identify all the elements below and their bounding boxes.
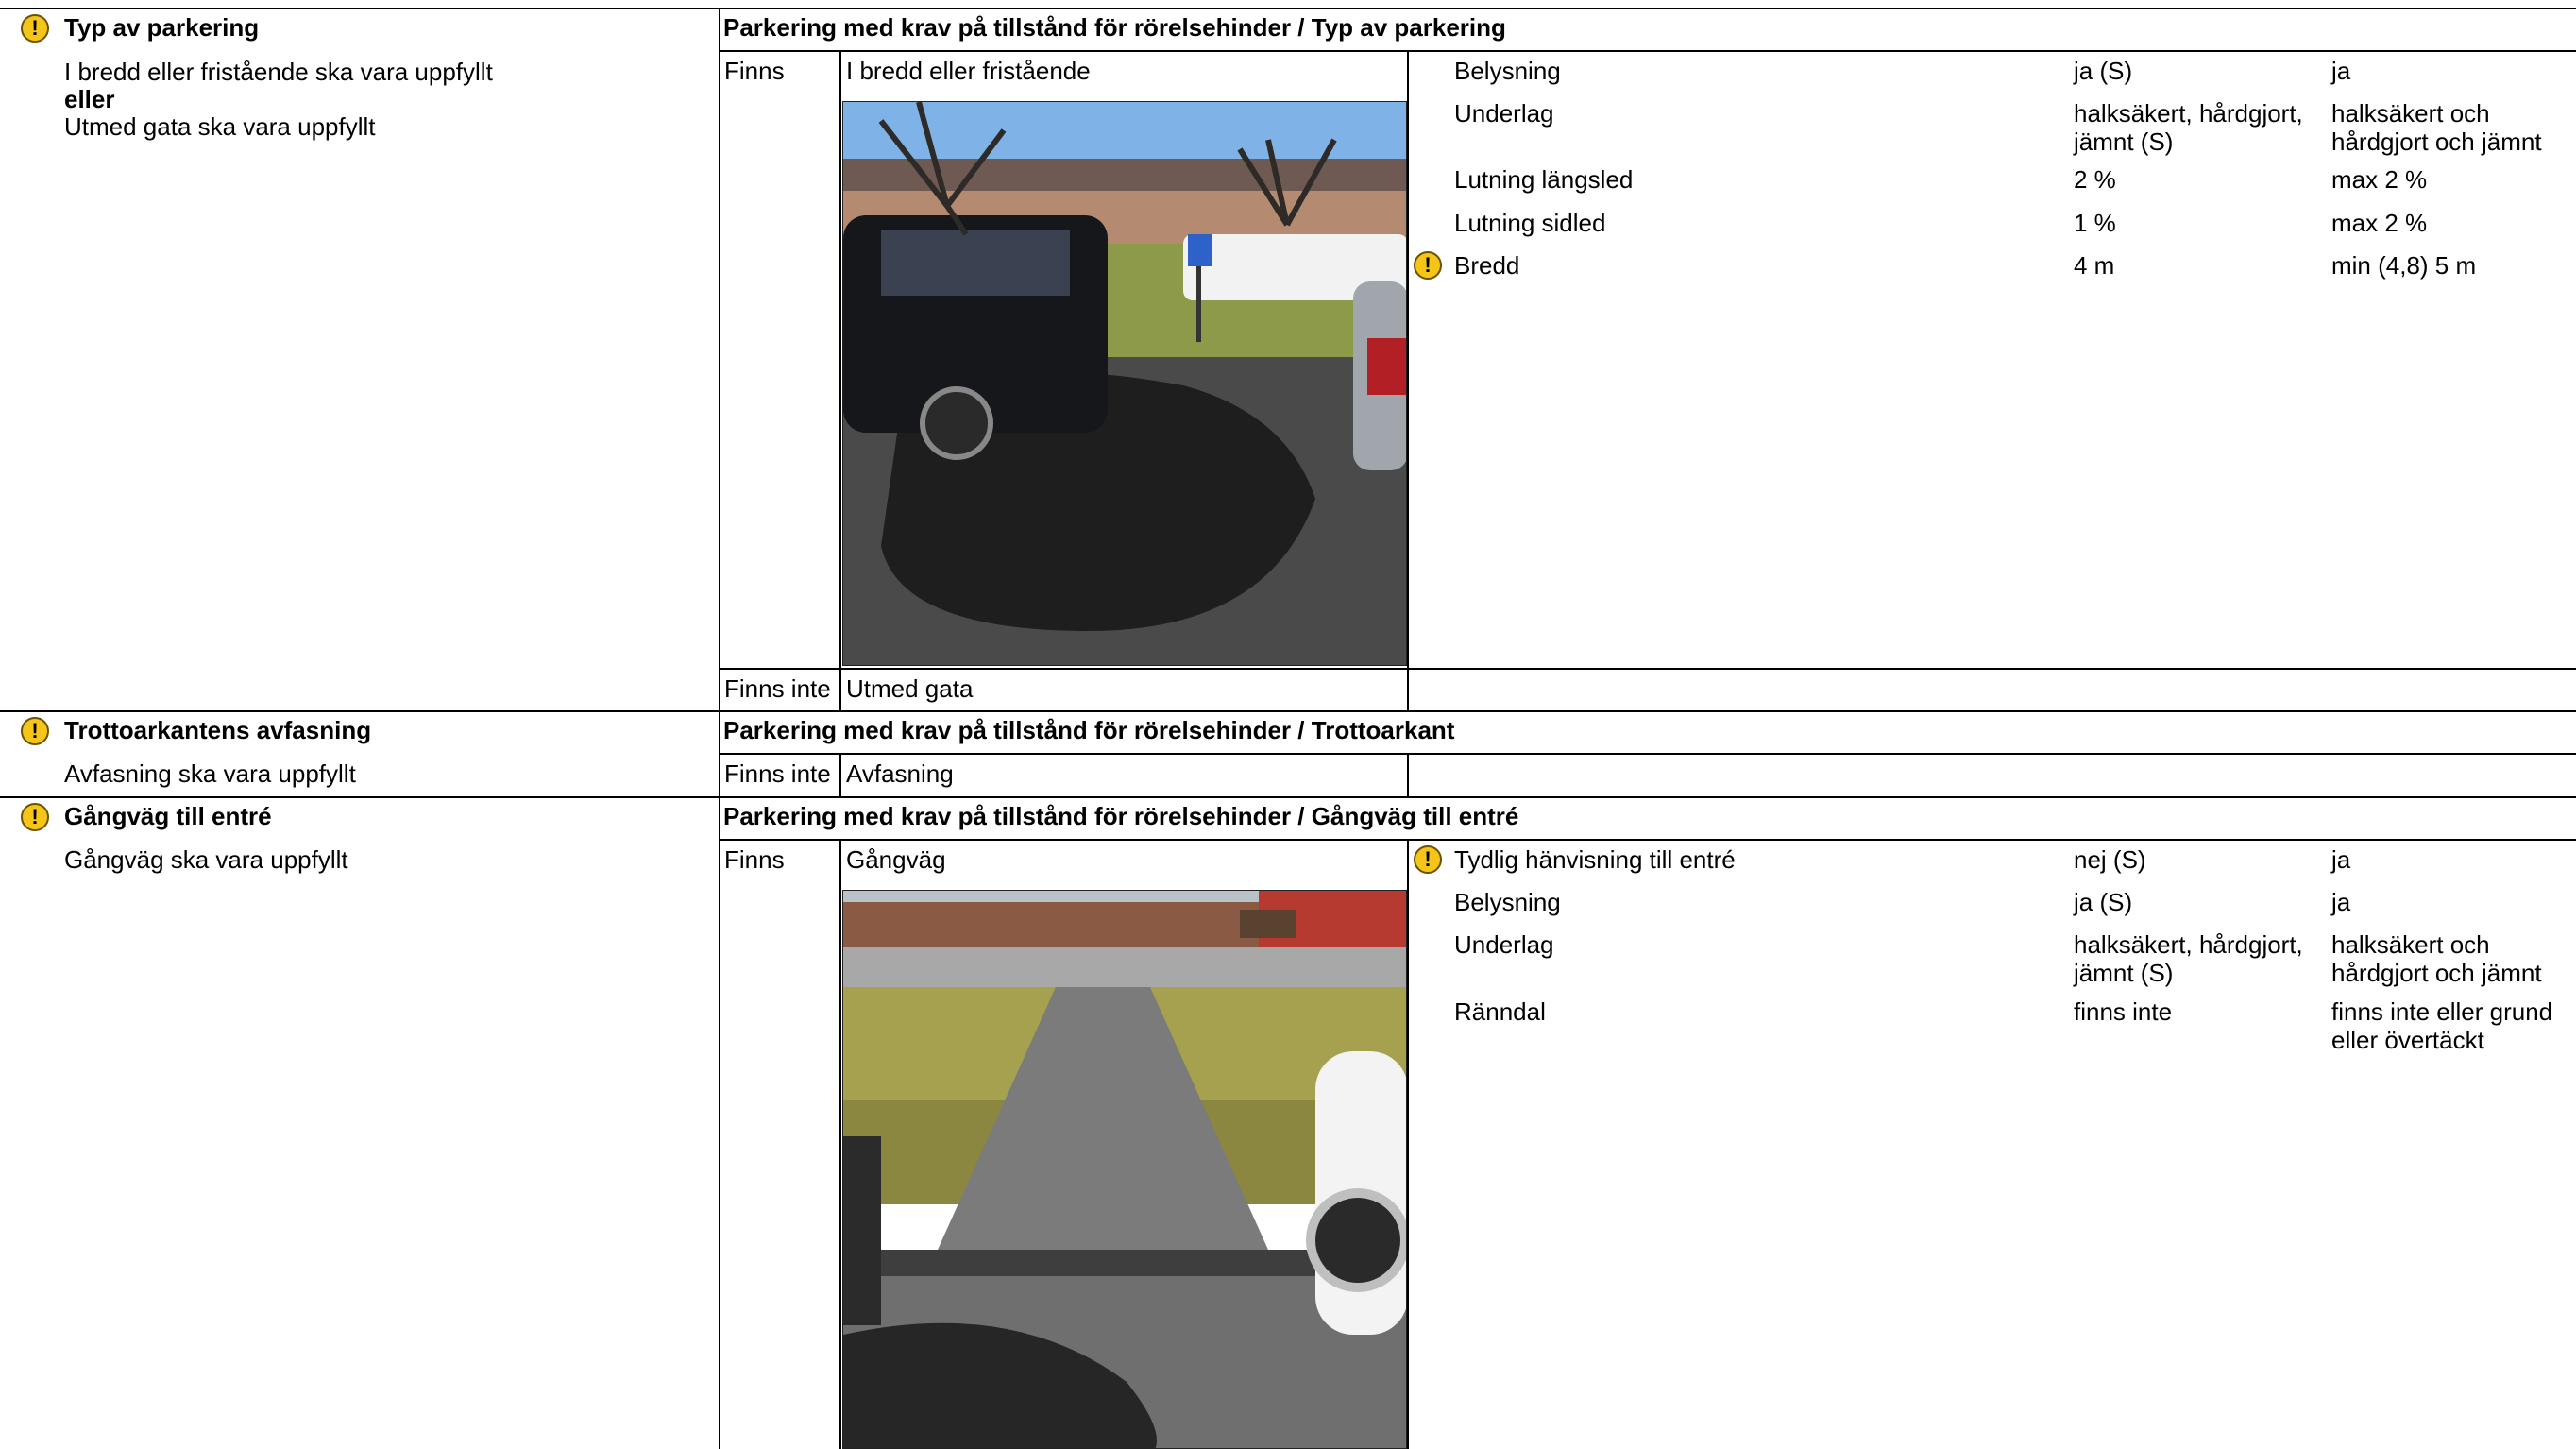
warning-exclamation-icon: !	[1414, 845, 1442, 874]
property-requirement: max 2 %	[2331, 209, 2428, 237]
warning-exclamation-icon: !	[21, 717, 49, 745]
status-column-divider-2	[839, 753, 841, 797]
parking-photo-illustration	[843, 102, 1406, 665]
requirement-line: Utmed gata ska vara uppfyllt	[64, 112, 376, 141]
header-underline-1	[720, 50, 2576, 52]
section-title-trottoarkant: Trottoarkantens avfasning	[64, 716, 372, 744]
property-requirement: ja	[2331, 57, 2351, 85]
property-name: Lutning sidled	[1454, 209, 1606, 237]
parking-photo	[842, 101, 1407, 666]
property-name: Belysning	[1454, 888, 1561, 916]
property-name: Underlag	[1454, 99, 1554, 128]
requirement-line: I bredd eller fristående ska vara uppfyl…	[64, 58, 493, 86]
property-name: Belysning	[1454, 57, 1561, 85]
section-title-gangvag: Gångväg till entré	[64, 802, 272, 830]
property-requirement: max 2 %	[2331, 165, 2428, 194]
section-rule-2	[0, 710, 2576, 712]
warning-exclamation-icon: !	[21, 14, 49, 43]
property-requirement: ja	[2331, 888, 2351, 916]
property-value: finns inte	[2074, 997, 2173, 1026]
option-column-divider-2	[1407, 753, 1409, 797]
header-underline-2	[720, 753, 2576, 755]
property-value: nej (S)	[2074, 845, 2146, 874]
property-name: Tydlig hänvisning till entré	[1454, 845, 1736, 874]
header-underline-3	[720, 839, 2576, 841]
walkway-photo	[842, 890, 1407, 1449]
option-name: Utmed gata	[846, 674, 974, 703]
property-requirement: min (4,8) 5 m	[2331, 251, 2477, 280]
property-value: halksäkert, hårdgjort, jämnt (S)	[2074, 930, 2303, 987]
status-column-divider-1	[839, 50, 841, 711]
property-requirement: ja	[2331, 845, 2351, 874]
property-value: 2 %	[2074, 165, 2116, 194]
status-column-divider-3	[839, 839, 841, 1449]
property-name: Bredd	[1454, 251, 1520, 280]
option-status: Finns	[724, 57, 785, 85]
section-header: Parkering med krav på tillstånd för röre…	[723, 802, 1519, 830]
property-requirement: halksäkert och hårdgjort och jämnt	[2331, 930, 2542, 987]
property-requirement: finns inte eller grund eller övertäckt	[2331, 997, 2553, 1054]
option-divider-1	[720, 668, 2576, 670]
option-name: Gångväg	[846, 845, 946, 874]
option-name: I bredd eller fristående	[846, 57, 1091, 85]
section-header: Parkering med krav på tillstånd för röre…	[723, 13, 1506, 42]
warning-exclamation-icon: !	[21, 803, 49, 831]
top-rule	[0, 8, 2576, 9]
property-requirement: halksäkert och hårdgjort och jämnt	[2331, 99, 2542, 156]
walkway-photo-illustration	[843, 891, 1406, 1448]
left-column-divider	[719, 8, 720, 1449]
warning-exclamation-icon: !	[1414, 251, 1442, 280]
property-name: Lutning längsled	[1454, 165, 1634, 194]
property-value: ja (S)	[2074, 888, 2133, 916]
property-value: halksäkert, hårdgjort, jämnt (S)	[2074, 99, 2303, 156]
option-name: Avfasning	[846, 759, 954, 788]
option-status: Finns inte	[724, 759, 831, 788]
property-name: Ränndal	[1454, 997, 1546, 1026]
requirement-line: Gångväg ska vara uppfyllt	[64, 845, 348, 874]
section-rule-3	[0, 796, 2576, 798]
property-name: Underlag	[1454, 930, 1554, 959]
option-status: Finns	[724, 845, 785, 874]
property-value: ja (S)	[2074, 57, 2133, 85]
section-header: Parkering med krav på tillstånd för röre…	[723, 716, 1455, 744]
section-title-typ-av-parkering: Typ av parkering	[64, 13, 260, 42]
option-column-divider-3	[1407, 839, 1409, 1449]
requirement-connector: eller	[64, 85, 115, 113]
requirement-line: Avfasning ska vara uppfyllt	[64, 759, 356, 788]
option-status: Finns inte	[724, 674, 831, 703]
option-column-divider-1	[1407, 50, 1409, 711]
property-value: 1 %	[2074, 209, 2116, 237]
property-value: 4 m	[2074, 251, 2115, 280]
